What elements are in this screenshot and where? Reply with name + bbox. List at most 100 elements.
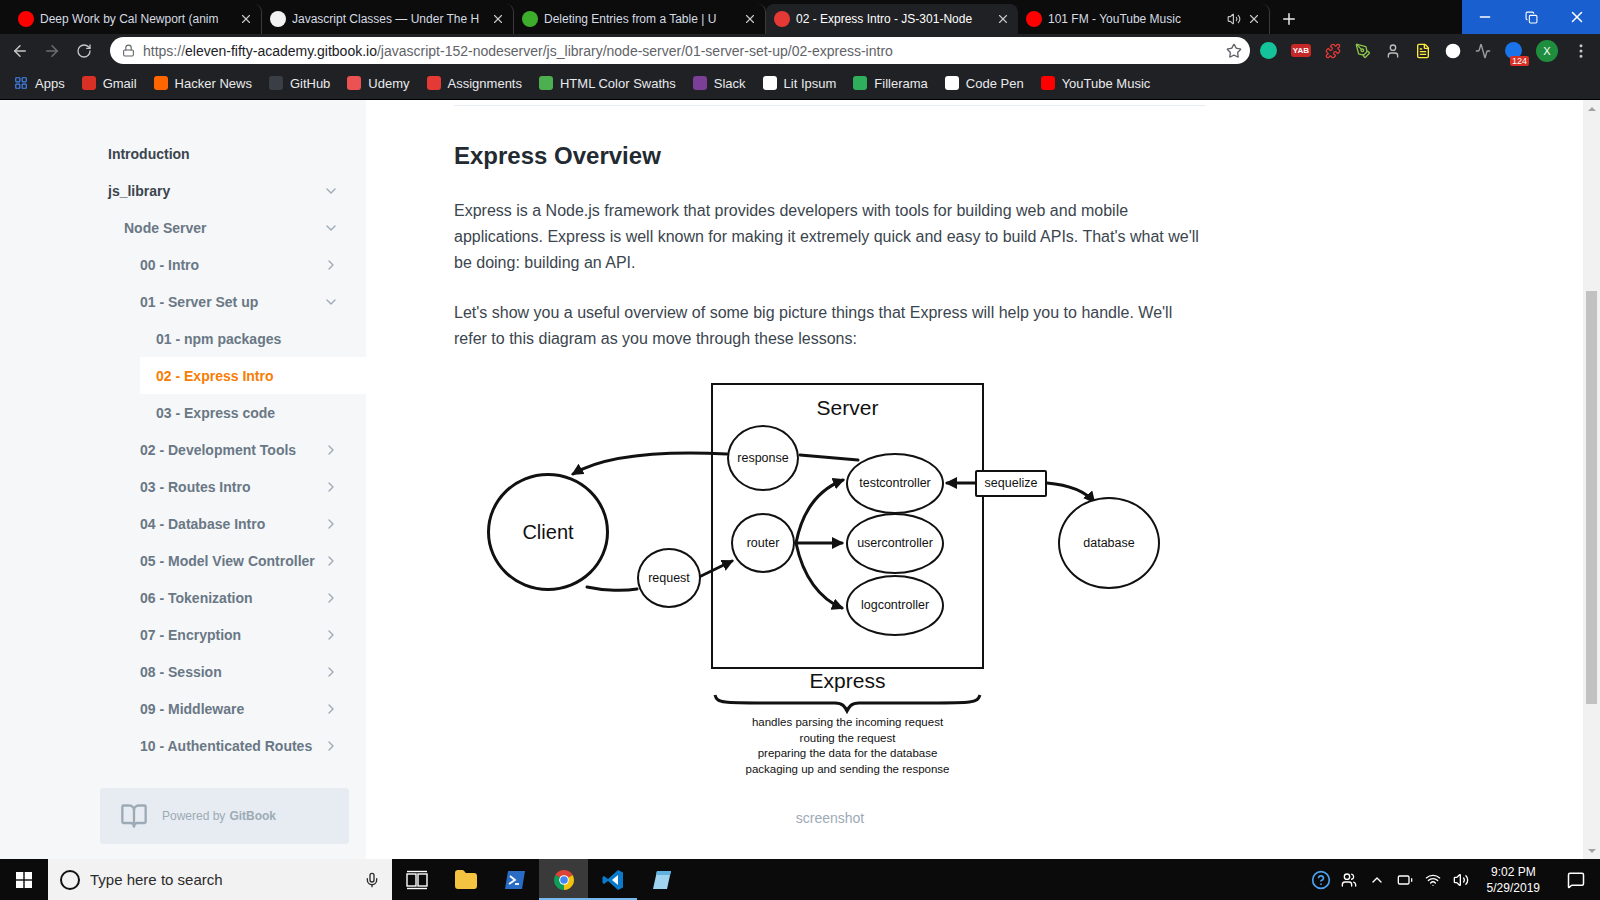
close-window-button[interactable] (1554, 0, 1600, 34)
taskbar-app[interactable] (539, 859, 588, 900)
close-tab-icon[interactable] (491, 12, 505, 26)
browser-tab[interactable]: 02 - Express Intro - JS-301-Node (766, 4, 1018, 34)
taskbar-app[interactable] (441, 859, 490, 900)
sidebar-item[interactable]: 01 - npm packages (140, 320, 366, 357)
sidebar-item[interactable]: 07 - Encryption (124, 616, 366, 653)
scroll-down-button[interactable] (1583, 842, 1600, 859)
network-button[interactable] (1421, 872, 1445, 888)
microphone-icon[interactable] (364, 872, 380, 888)
bookmark[interactable]: Hacker News (154, 76, 252, 91)
chevron[interactable] (323, 738, 339, 754)
sidebar-item-label: 07 - Encryption (140, 627, 241, 643)
notification-extension[interactable]: 124 (1505, 42, 1522, 59)
chevron[interactable] (323, 294, 339, 310)
battery-button[interactable] (1393, 872, 1417, 888)
circle-extension[interactable] (1445, 43, 1461, 59)
volume-button[interactable] (1449, 872, 1473, 888)
sidebar-item[interactable]: 01 - Server Set up (124, 283, 366, 320)
sidebar-item[interactable]: 04 - Database Intro (124, 505, 366, 542)
sidebar-item[interactable]: 08 - Session (124, 653, 366, 690)
people-button[interactable] (1337, 872, 1361, 888)
chevron[interactable] (323, 479, 339, 495)
doc-extension[interactable] (1415, 43, 1431, 59)
grammarly-icon (1260, 42, 1277, 59)
browser-tab[interactable]: 101 FM - YouTube Music (1018, 4, 1270, 34)
clock[interactable]: 9:02 PM5/29/2019 (1477, 864, 1550, 896)
bookmark[interactable]: GitHub (269, 76, 330, 91)
user-extension[interactable] (1385, 43, 1401, 59)
browser-tab[interactable]: Deep Work by Cal Newport (anim (10, 4, 262, 34)
chevron[interactable] (323, 627, 339, 643)
sidebar-item[interactable]: Node Server (108, 209, 366, 246)
chevron[interactable] (323, 701, 339, 717)
sidebar-item[interactable]: 09 - Middleware (124, 690, 366, 727)
restore-button[interactable] (1508, 0, 1554, 34)
sidebar-item[interactable]: js_library (92, 172, 366, 209)
scroll-up-button[interactable] (1583, 100, 1600, 117)
bookmark[interactable]: Assignments (427, 76, 522, 91)
speaker-icon[interactable] (1227, 12, 1241, 26)
close-tab-icon[interactable] (996, 12, 1010, 26)
bookmark[interactable]: Code Pen (945, 76, 1024, 91)
sidebar-item[interactable]: 05 - Model View Controller (124, 542, 366, 579)
scroll-thumb[interactable] (1586, 291, 1597, 704)
chevron[interactable] (323, 516, 339, 532)
show-hidden-button[interactable] (1365, 872, 1389, 888)
taskbar-app[interactable] (588, 859, 637, 900)
stats-extension[interactable] (1475, 43, 1491, 59)
chevron[interactable] (323, 442, 339, 458)
browser-tab[interactable]: Javascript Classes — Under The H (262, 4, 514, 34)
heading: Express Overview (454, 140, 1206, 172)
sidebar-item[interactable]: 06 - Tokenization (124, 579, 366, 616)
sidebar-item[interactable]: Introduction (92, 135, 366, 172)
close-tab-icon[interactable] (239, 12, 253, 26)
sidebar-item[interactable]: 03 - Routes Intro (124, 468, 366, 505)
yab-extension[interactable]: YAB (1291, 44, 1311, 57)
bookmark[interactable]: YouTube Music (1041, 76, 1151, 91)
pen-extension[interactable] (1355, 43, 1371, 59)
bookmark[interactable]: Lit Ipsum (763, 76, 837, 91)
bookmark[interactable]: Udemy (347, 76, 409, 91)
back-button[interactable] (6, 37, 34, 65)
bookmark[interactable]: Fillerama (853, 76, 927, 91)
chevron[interactable] (323, 664, 339, 680)
taskbar-app[interactable] (490, 859, 539, 900)
sidebar-item[interactable]: 00 - Intro (124, 246, 366, 283)
sidebar-item[interactable]: 10 - Authenticated Routes (124, 727, 366, 764)
chevron[interactable] (323, 183, 339, 199)
bookmark[interactable]: Apps (14, 76, 65, 91)
taskbar-app[interactable] (637, 859, 686, 900)
menu-button[interactable] (1572, 42, 1590, 60)
chevron[interactable] (323, 220, 339, 236)
puzzle-extension[interactable] (1325, 43, 1341, 59)
profile-button[interactable]: X (1536, 40, 1558, 62)
bookmark[interactable]: Gmail (82, 76, 137, 91)
new-tab-button[interactable] (1274, 4, 1304, 34)
minimize-button[interactable] (1462, 0, 1508, 34)
bookmark[interactable]: HTML Color Swaths (539, 76, 676, 91)
sidebar-item[interactable]: 02 - Express Intro (140, 357, 366, 394)
action-center-button[interactable] (1554, 871, 1598, 889)
taskbar-search[interactable]: Type here to search (48, 859, 392, 900)
address-bar[interactable]: https://eleven-fifty-academy.gitbook.io/… (110, 37, 1250, 64)
start-button[interactable] (0, 859, 48, 900)
help-button[interactable] (1309, 870, 1333, 890)
sidebar-item[interactable]: 03 - Express code (140, 394, 366, 431)
scrollbar[interactable] (1583, 100, 1600, 859)
diagram-arrow (587, 587, 637, 590)
bookmark[interactable]: Slack (693, 76, 746, 91)
powered-by-gitbook[interactable]: Powered byGitBook (100, 788, 349, 844)
chevron[interactable] (323, 590, 339, 606)
reload-button[interactable] (70, 37, 98, 65)
sidebar-item[interactable]: 02 - Development Tools (124, 431, 366, 468)
forward-button[interactable] (38, 37, 66, 65)
chevron[interactable] (323, 257, 339, 273)
grammarly-extension[interactable] (1260, 42, 1277, 59)
chevron[interactable] (323, 553, 339, 569)
scroll-track[interactable] (1583, 117, 1600, 842)
close-tab-icon[interactable] (743, 12, 757, 26)
bookmark-star-icon[interactable] (1226, 43, 1242, 59)
close-tab-icon[interactable] (1247, 12, 1261, 26)
browser-tab[interactable]: Deleting Entries from a Table | U (514, 4, 766, 34)
taskbar-app[interactable] (392, 859, 441, 900)
